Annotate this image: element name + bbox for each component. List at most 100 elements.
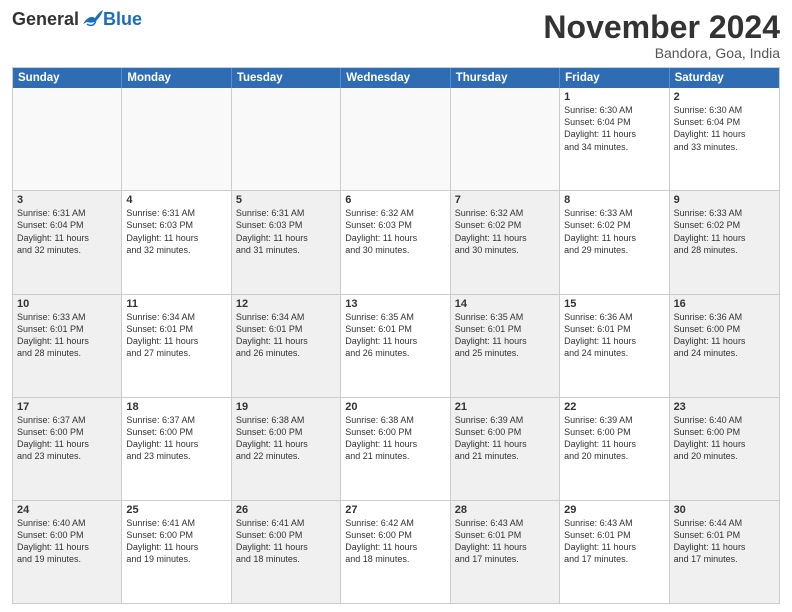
calendar-cell-2-1: 11Sunrise: 6:34 AMSunset: 6:01 PMDayligh… bbox=[122, 295, 231, 397]
cell-content: Sunrise: 6:38 AMSunset: 6:00 PMDaylight:… bbox=[236, 414, 336, 463]
cell-content: Sunrise: 6:31 AMSunset: 6:04 PMDaylight:… bbox=[17, 207, 117, 256]
calendar-cell-4-1: 25Sunrise: 6:41 AMSunset: 6:00 PMDayligh… bbox=[122, 501, 231, 603]
logo-blue-text: Blue bbox=[103, 10, 142, 28]
calendar-row-0: 1Sunrise: 6:30 AMSunset: 6:04 PMDaylight… bbox=[13, 88, 779, 190]
day-number: 19 bbox=[236, 401, 336, 413]
logo-general-text: General bbox=[12, 10, 79, 28]
calendar-cell-0-2 bbox=[232, 88, 341, 190]
cell-content: Sunrise: 6:30 AMSunset: 6:04 PMDaylight:… bbox=[564, 104, 664, 153]
calendar-body: 1Sunrise: 6:30 AMSunset: 6:04 PMDaylight… bbox=[13, 88, 779, 603]
calendar-cell-0-1 bbox=[122, 88, 231, 190]
calendar-cell-1-6: 9Sunrise: 6:33 AMSunset: 6:02 PMDaylight… bbox=[670, 191, 779, 293]
cell-content: Sunrise: 6:36 AMSunset: 6:01 PMDaylight:… bbox=[564, 311, 664, 360]
calendar-cell-3-1: 18Sunrise: 6:37 AMSunset: 6:00 PMDayligh… bbox=[122, 398, 231, 500]
day-number: 1 bbox=[564, 91, 664, 103]
cell-content: Sunrise: 6:38 AMSunset: 6:00 PMDaylight:… bbox=[345, 414, 445, 463]
cell-content: Sunrise: 6:43 AMSunset: 6:01 PMDaylight:… bbox=[455, 517, 555, 566]
cell-content: Sunrise: 6:34 AMSunset: 6:01 PMDaylight:… bbox=[126, 311, 226, 360]
day-number: 5 bbox=[236, 194, 336, 206]
day-number: 8 bbox=[564, 194, 664, 206]
day-number: 11 bbox=[126, 298, 226, 310]
header: General Blue November 2024 Bandora, Goa,… bbox=[12, 10, 780, 61]
weekday-header-monday: Monday bbox=[122, 68, 231, 88]
day-number: 23 bbox=[674, 401, 775, 413]
weekday-header-sunday: Sunday bbox=[13, 68, 122, 88]
logo-bird-icon bbox=[81, 10, 103, 28]
page: General Blue November 2024 Bandora, Goa,… bbox=[0, 0, 792, 612]
calendar-cell-4-0: 24Sunrise: 6:40 AMSunset: 6:00 PMDayligh… bbox=[13, 501, 122, 603]
cell-content: Sunrise: 6:32 AMSunset: 6:02 PMDaylight:… bbox=[455, 207, 555, 256]
cell-content: Sunrise: 6:33 AMSunset: 6:01 PMDaylight:… bbox=[17, 311, 117, 360]
cell-content: Sunrise: 6:39 AMSunset: 6:00 PMDaylight:… bbox=[455, 414, 555, 463]
day-number: 25 bbox=[126, 504, 226, 516]
cell-content: Sunrise: 6:31 AMSunset: 6:03 PMDaylight:… bbox=[126, 207, 226, 256]
calendar-cell-0-6: 2Sunrise: 6:30 AMSunset: 6:04 PMDaylight… bbox=[670, 88, 779, 190]
calendar-cell-1-5: 8Sunrise: 6:33 AMSunset: 6:02 PMDaylight… bbox=[560, 191, 669, 293]
cell-content: Sunrise: 6:36 AMSunset: 6:00 PMDaylight:… bbox=[674, 311, 775, 360]
cell-content: Sunrise: 6:34 AMSunset: 6:01 PMDaylight:… bbox=[236, 311, 336, 360]
weekday-header-tuesday: Tuesday bbox=[232, 68, 341, 88]
calendar-cell-0-5: 1Sunrise: 6:30 AMSunset: 6:04 PMDaylight… bbox=[560, 88, 669, 190]
calendar-cell-3-5: 22Sunrise: 6:39 AMSunset: 6:00 PMDayligh… bbox=[560, 398, 669, 500]
day-number: 17 bbox=[17, 401, 117, 413]
weekday-header-thursday: Thursday bbox=[451, 68, 560, 88]
calendar-cell-2-0: 10Sunrise: 6:33 AMSunset: 6:01 PMDayligh… bbox=[13, 295, 122, 397]
calendar-cell-1-1: 4Sunrise: 6:31 AMSunset: 6:03 PMDaylight… bbox=[122, 191, 231, 293]
day-number: 15 bbox=[564, 298, 664, 310]
cell-content: Sunrise: 6:33 AMSunset: 6:02 PMDaylight:… bbox=[564, 207, 664, 256]
day-number: 3 bbox=[17, 194, 117, 206]
cell-content: Sunrise: 6:35 AMSunset: 6:01 PMDaylight:… bbox=[345, 311, 445, 360]
title-section: November 2024 Bandora, Goa, India bbox=[543, 10, 780, 61]
day-number: 27 bbox=[345, 504, 445, 516]
weekday-header-wednesday: Wednesday bbox=[341, 68, 450, 88]
cell-content: Sunrise: 6:41 AMSunset: 6:00 PMDaylight:… bbox=[236, 517, 336, 566]
day-number: 22 bbox=[564, 401, 664, 413]
cell-content: Sunrise: 6:41 AMSunset: 6:00 PMDaylight:… bbox=[126, 517, 226, 566]
cell-content: Sunrise: 6:35 AMSunset: 6:01 PMDaylight:… bbox=[455, 311, 555, 360]
cell-content: Sunrise: 6:30 AMSunset: 6:04 PMDaylight:… bbox=[674, 104, 775, 153]
day-number: 16 bbox=[674, 298, 775, 310]
day-number: 10 bbox=[17, 298, 117, 310]
location: Bandora, Goa, India bbox=[543, 45, 780, 61]
calendar-cell-3-4: 21Sunrise: 6:39 AMSunset: 6:00 PMDayligh… bbox=[451, 398, 560, 500]
logo: General Blue bbox=[12, 10, 142, 28]
calendar-cell-3-6: 23Sunrise: 6:40 AMSunset: 6:00 PMDayligh… bbox=[670, 398, 779, 500]
day-number: 21 bbox=[455, 401, 555, 413]
cell-content: Sunrise: 6:33 AMSunset: 6:02 PMDaylight:… bbox=[674, 207, 775, 256]
calendar-cell-1-4: 7Sunrise: 6:32 AMSunset: 6:02 PMDaylight… bbox=[451, 191, 560, 293]
calendar-cell-4-3: 27Sunrise: 6:42 AMSunset: 6:00 PMDayligh… bbox=[341, 501, 450, 603]
calendar-cell-1-3: 6Sunrise: 6:32 AMSunset: 6:03 PMDaylight… bbox=[341, 191, 450, 293]
calendar-header: SundayMondayTuesdayWednesdayThursdayFrid… bbox=[13, 68, 779, 88]
weekday-header-friday: Friday bbox=[560, 68, 669, 88]
day-number: 30 bbox=[674, 504, 775, 516]
day-number: 18 bbox=[126, 401, 226, 413]
calendar-cell-2-5: 15Sunrise: 6:36 AMSunset: 6:01 PMDayligh… bbox=[560, 295, 669, 397]
day-number: 9 bbox=[674, 194, 775, 206]
calendar-cell-4-2: 26Sunrise: 6:41 AMSunset: 6:00 PMDayligh… bbox=[232, 501, 341, 603]
calendar-row-1: 3Sunrise: 6:31 AMSunset: 6:04 PMDaylight… bbox=[13, 190, 779, 293]
cell-content: Sunrise: 6:37 AMSunset: 6:00 PMDaylight:… bbox=[17, 414, 117, 463]
calendar-cell-2-4: 14Sunrise: 6:35 AMSunset: 6:01 PMDayligh… bbox=[451, 295, 560, 397]
month-title: November 2024 bbox=[543, 10, 780, 45]
day-number: 14 bbox=[455, 298, 555, 310]
calendar-cell-3-2: 19Sunrise: 6:38 AMSunset: 6:00 PMDayligh… bbox=[232, 398, 341, 500]
calendar: SundayMondayTuesdayWednesdayThursdayFrid… bbox=[12, 67, 780, 604]
cell-content: Sunrise: 6:32 AMSunset: 6:03 PMDaylight:… bbox=[345, 207, 445, 256]
calendar-cell-4-5: 29Sunrise: 6:43 AMSunset: 6:01 PMDayligh… bbox=[560, 501, 669, 603]
calendar-cell-0-4 bbox=[451, 88, 560, 190]
calendar-row-4: 24Sunrise: 6:40 AMSunset: 6:00 PMDayligh… bbox=[13, 500, 779, 603]
day-number: 6 bbox=[345, 194, 445, 206]
cell-content: Sunrise: 6:31 AMSunset: 6:03 PMDaylight:… bbox=[236, 207, 336, 256]
calendar-cell-2-3: 13Sunrise: 6:35 AMSunset: 6:01 PMDayligh… bbox=[341, 295, 450, 397]
calendar-cell-0-3 bbox=[341, 88, 450, 190]
cell-content: Sunrise: 6:43 AMSunset: 6:01 PMDaylight:… bbox=[564, 517, 664, 566]
calendar-cell-1-0: 3Sunrise: 6:31 AMSunset: 6:04 PMDaylight… bbox=[13, 191, 122, 293]
day-number: 20 bbox=[345, 401, 445, 413]
day-number: 12 bbox=[236, 298, 336, 310]
cell-content: Sunrise: 6:39 AMSunset: 6:00 PMDaylight:… bbox=[564, 414, 664, 463]
day-number: 13 bbox=[345, 298, 445, 310]
cell-content: Sunrise: 6:40 AMSunset: 6:00 PMDaylight:… bbox=[674, 414, 775, 463]
calendar-cell-4-4: 28Sunrise: 6:43 AMSunset: 6:01 PMDayligh… bbox=[451, 501, 560, 603]
cell-content: Sunrise: 6:44 AMSunset: 6:01 PMDaylight:… bbox=[674, 517, 775, 566]
day-number: 2 bbox=[674, 91, 775, 103]
